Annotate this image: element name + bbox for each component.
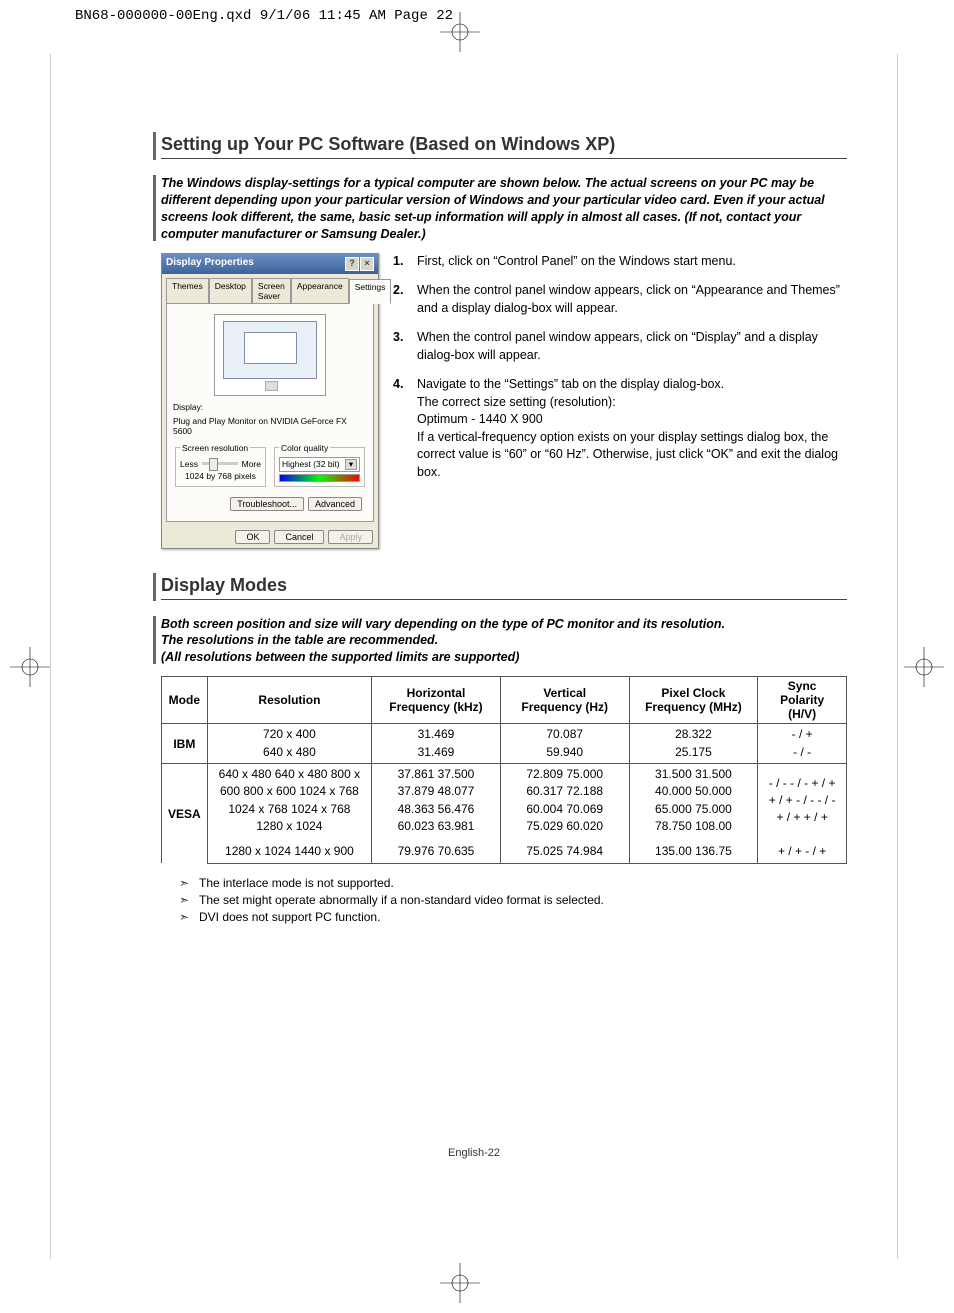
window-buttons: ?× [344,257,374,271]
note-item: The interlace mode is not supported. [179,876,847,890]
step-4: 4.Navigate to the “Settings” tab on the … [393,376,847,481]
note-item: DVI does not support PC function. [179,910,847,924]
cell-hfreq: 79.976 70.635 [372,837,501,863]
tab-settings[interactable]: Settings [349,279,392,304]
table-row-vesa-2: 1280 x 1024 1440 x 900 79.976 70.635 75.… [162,837,847,863]
advanced-button[interactable]: Advanced [308,497,362,511]
step-2: 2.When the control panel window appears,… [393,282,847,317]
display-modes-table: Mode Resolution Horizontal Frequency (kH… [161,676,847,864]
step-num: 2. [393,282,417,317]
cancel-button[interactable]: Cancel [274,530,324,544]
th-hfreq: Horizontal Frequency (kHz) [372,677,501,724]
setup-steps: 1.First, click on “Control Panel” on the… [393,253,847,549]
section1-intro: The Windows display-settings for a typic… [161,175,847,243]
tab-themes[interactable]: Themes [166,278,209,303]
color-quality-legend: Color quality [279,443,330,453]
step-num: 4. [393,376,417,481]
cell-pclk: 28.322 25.175 [629,724,758,764]
display-value: Plug and Play Monitor on NVIDIA GeForce … [173,416,367,436]
registration-mark-left-icon [10,647,50,687]
resolution-slider[interactable] [202,462,238,465]
cell-vfreq: 72.809 75.000 60.317 72.188 60.004 70.06… [500,763,629,837]
tab-desktop[interactable]: Desktop [209,278,252,303]
cell-vfreq: 75.025 74.984 [500,837,629,863]
section1-title: Setting up Your PC Software (Based on Wi… [161,134,847,159]
cell-mode: IBM [162,724,208,764]
cell-sync: - / + - / - [758,724,847,764]
page-number: English-22 [51,1147,897,1159]
th-vfreq: Vertical Frequency (Hz) [500,677,629,724]
step-text: When the control panel window appears, c… [417,282,847,317]
notes-list: The interlace mode is not supported. The… [161,876,847,924]
close-icon[interactable]: × [360,257,374,271]
registration-mark-top-icon [440,12,480,52]
step-text: When the control panel window appears, c… [417,329,847,364]
step-3: 3.When the control panel window appears,… [393,329,847,364]
display-label: Display: [173,402,367,412]
cell-hfreq: 37.861 37.500 37.879 48.077 48.363 56.47… [372,763,501,837]
step-num: 1. [393,253,417,271]
monitor-preview-icon [214,314,326,396]
cell-vfreq: 70.087 59.940 [500,724,629,764]
help-icon[interactable]: ? [345,257,359,271]
section2-title: Display Modes [161,575,847,600]
registration-mark-right-icon [904,647,944,687]
step-text: Navigate to the “Settings” tab on the di… [417,376,847,481]
troubleshoot-button[interactable]: Troubleshoot... [230,497,304,511]
cell-pclk: 31.500 31.500 40.000 50.000 65.000 75.00… [629,763,758,837]
resolution-value: 1024 by 768 pixels [180,471,261,481]
note-item: The set might operate abnormally if a no… [179,893,847,907]
page-content: Setting up Your PC Software (Based on Wi… [50,54,898,1259]
table-row-ibm: IBM 720 x 400 640 x 480 31.469 31.469 70… [162,724,847,764]
table-row-vesa: VESA 640 x 480 640 x 480 800 x 600 800 x… [162,763,847,837]
cell-sync: - / - - / - + / + + / + - / - - / - + / … [758,763,847,837]
color-quality-select[interactable]: Highest (32 bit) ▾ [279,457,360,472]
cell-resolution: 1280 x 1024 1440 x 900 [207,837,371,863]
cell-hfreq: 31.469 31.469 [372,724,501,764]
slider-less-label: Less [180,459,198,469]
th-sync: Sync Polarity (H/V) [758,677,847,724]
step-text: First, click on “Control Panel” on the W… [417,253,847,271]
display-properties-dialog: Display Properties ?× Themes Desktop Scr… [161,253,379,549]
cell-resolution: 720 x 400 640 x 480 [207,724,371,764]
dropdown-arrow-icon: ▾ [345,459,357,470]
ok-button[interactable]: OK [235,530,270,544]
color-quality-value: Highest (32 bit) [282,459,340,470]
step-1: 1.First, click on “Control Panel” on the… [393,253,847,271]
section2-intro: Both screen position and size will vary … [161,616,847,667]
cell-sync: + / + - / + [758,837,847,863]
th-mode: Mode [162,677,208,724]
cell-pclk: 135.00 136.75 [629,837,758,863]
th-resolution: Resolution [207,677,371,724]
tab-appearance[interactable]: Appearance [291,278,349,303]
cell-mode: VESA [162,763,208,863]
slider-more-label: More [242,459,261,469]
cell-resolution: 640 x 480 640 x 480 800 x 600 800 x 600 … [207,763,371,837]
apply-button[interactable]: Apply [328,530,373,544]
registration-mark-bottom-icon [440,1263,480,1303]
screen-res-legend: Screen resolution [180,443,250,453]
tab-screensaver[interactable]: Screen Saver [252,278,291,303]
dialog-title: Display Properties [166,257,254,271]
step-num: 3. [393,329,417,364]
th-pclk: Pixel Clock Frequency (MHz) [629,677,758,724]
